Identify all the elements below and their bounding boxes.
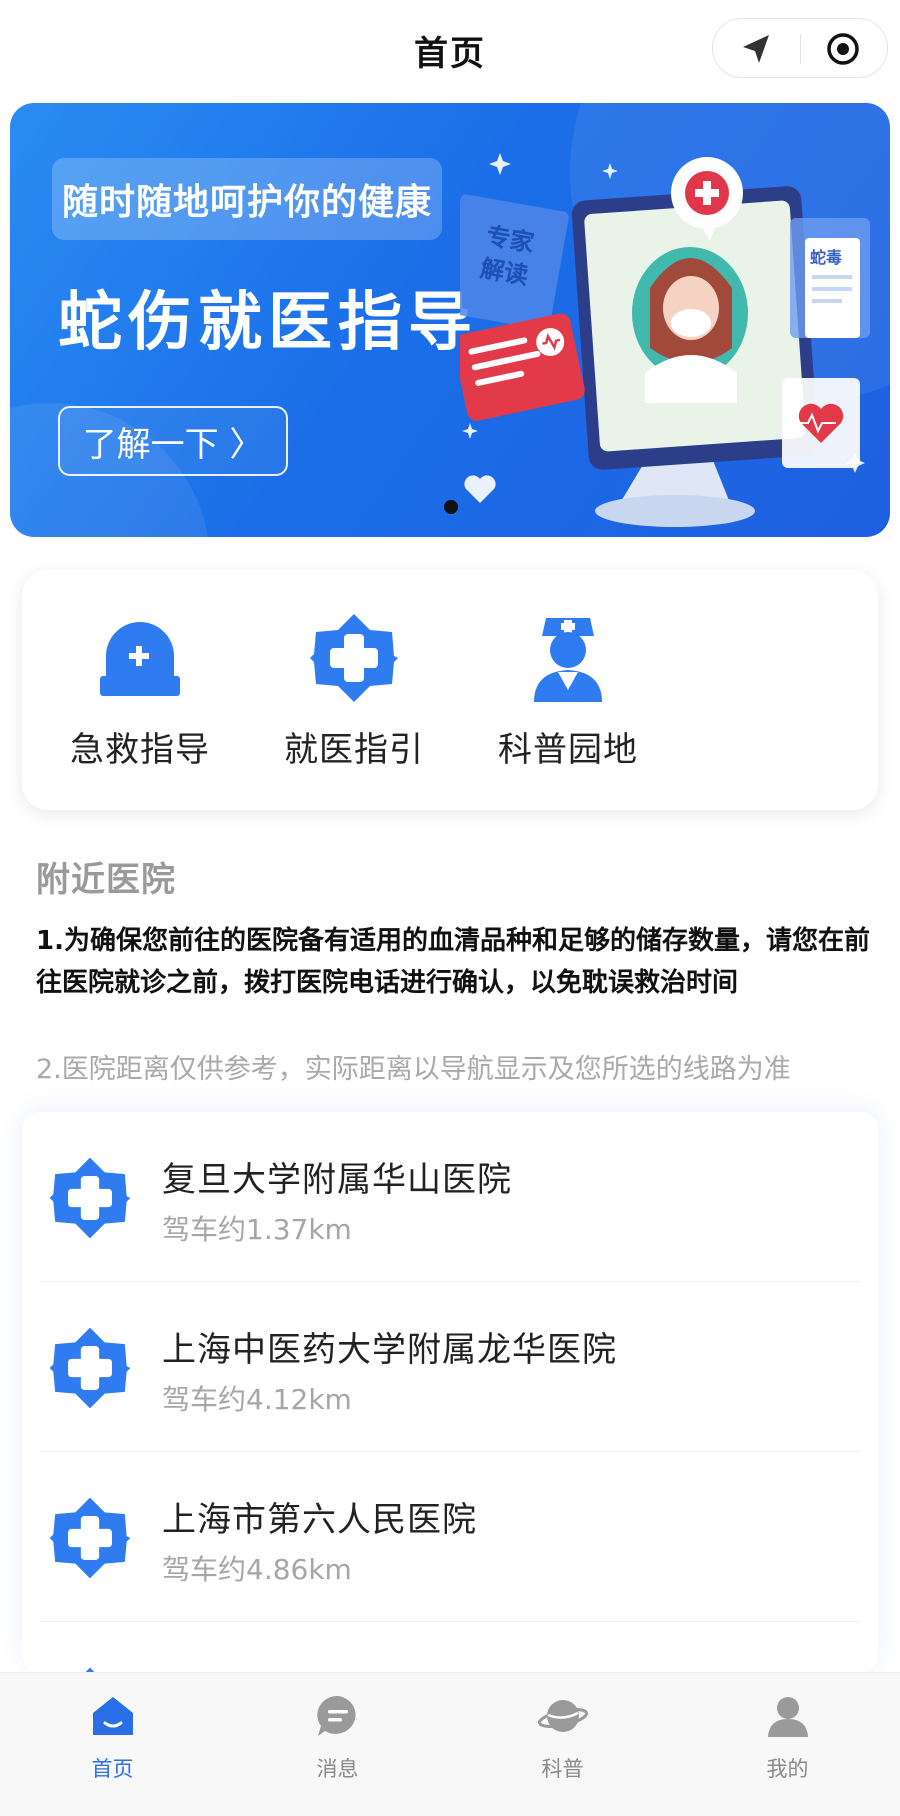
quick-entry-medical-guide[interactable]: 就医指引	[254, 570, 454, 810]
hospital-name: 上海市第六人民医院	[162, 1500, 477, 1540]
serum-notice: 1.为确保您前往的医院备有适用的血清品种和足够的储存数量，请您在前往医院就诊之前…	[36, 926, 870, 998]
hospital-cross-icon	[85, 1667, 95, 1672]
nearby-hospitals-title: 附近医院	[36, 860, 176, 900]
doctor-monitor-illustration: 专家 解读 蛇毒	[460, 153, 870, 527]
medical-cross-icon	[310, 614, 398, 702]
tab-science[interactable]: 科普	[450, 1673, 675, 1816]
target-circle-icon[interactable]	[815, 29, 871, 69]
hospital-cross-icon	[49, 1497, 131, 1579]
hospital-cross-icon	[49, 1327, 131, 1409]
hospital-list-item[interactable]: 上海中医药大学附属龙华医院 驾车约4.12km	[22, 1282, 878, 1452]
ambulance-siren-icon	[100, 622, 180, 696]
mini-program-capsule	[712, 18, 888, 78]
learn-more-button[interactable]: 了解一下 〉	[58, 406, 288, 476]
hospital-distance: 驾车约4.86km	[162, 1553, 352, 1586]
banner-slogan: 随时随地呵护你的健康	[52, 158, 442, 240]
user-profile-icon	[767, 1697, 808, 1737]
home-icon	[92, 1697, 133, 1735]
quick-entry-card: 急救指导 就医指引 科普园地	[22, 570, 878, 810]
tab-label: 我的	[766, 1757, 809, 1781]
quick-entry-label: 就医指引	[284, 730, 424, 770]
hospital-list: 复旦大学附属华山医院 驾车约1.37km 上海中医药大学附属龙华医院 驾车约4.…	[22, 1112, 878, 1672]
nurse-avatar-icon	[534, 618, 602, 702]
quick-entry-science[interactable]: 科普园地	[468, 570, 668, 810]
promo-banner[interactable]: 随时随地呵护你的健康 蛇伤就医指导 了解一下 〉 专家 解读 蛇毒	[10, 103, 890, 537]
tab-messages[interactable]: 消息	[225, 1673, 450, 1816]
hospital-name: 上海中医药大学附属龙华医院	[162, 1330, 617, 1370]
tab-label: 首页	[91, 1757, 134, 1781]
capsule-divider	[800, 34, 801, 64]
hospital-name: 复旦大学附属华山医院	[162, 1160, 512, 1200]
hospital-distance: 驾车约1.37km	[162, 1213, 352, 1246]
navigation-arrow-icon[interactable]	[729, 29, 785, 69]
banner-title: 蛇伤就医指导	[58, 286, 478, 360]
hospital-list-item[interactable]: 上海市第六人民医院 驾车约4.86km	[22, 1452, 878, 1622]
bottom-tab-bar: 首页 消息 科普 我的	[0, 1672, 900, 1816]
quick-entry-label: 急救指导	[70, 730, 210, 770]
distance-disclaimer: 2.医院距离仅供参考，实际距离以导航显示及您所选的线路为准	[36, 1054, 791, 1085]
tab-label: 消息	[316, 1757, 359, 1781]
carousel-indicator-dot[interactable]	[444, 500, 458, 514]
hospital-name: 普陀区中心医院	[162, 1662, 407, 1672]
tab-profile[interactable]: 我的	[675, 1673, 900, 1816]
message-bubble-icon	[316, 1695, 356, 1736]
quick-entry-first-aid[interactable]: 急救指导	[40, 570, 240, 810]
tab-home[interactable]: 首页	[0, 1673, 225, 1816]
hospital-cross-icon	[49, 1157, 131, 1239]
hospital-list-item[interactable]: 普陀区中心医院	[22, 1622, 878, 1672]
science-planet-icon	[537, 1700, 588, 1732]
tab-label: 科普	[541, 1757, 584, 1781]
hospital-list-item[interactable]: 复旦大学附属华山医院 驾车约1.37km	[22, 1112, 878, 1282]
quick-entry-label: 科普园地	[498, 730, 638, 770]
hospital-distance: 驾车约4.12km	[162, 1383, 352, 1416]
svg-text:蛇毒: 蛇毒	[810, 248, 842, 267]
top-navigation-bar: 首页	[0, 0, 900, 98]
